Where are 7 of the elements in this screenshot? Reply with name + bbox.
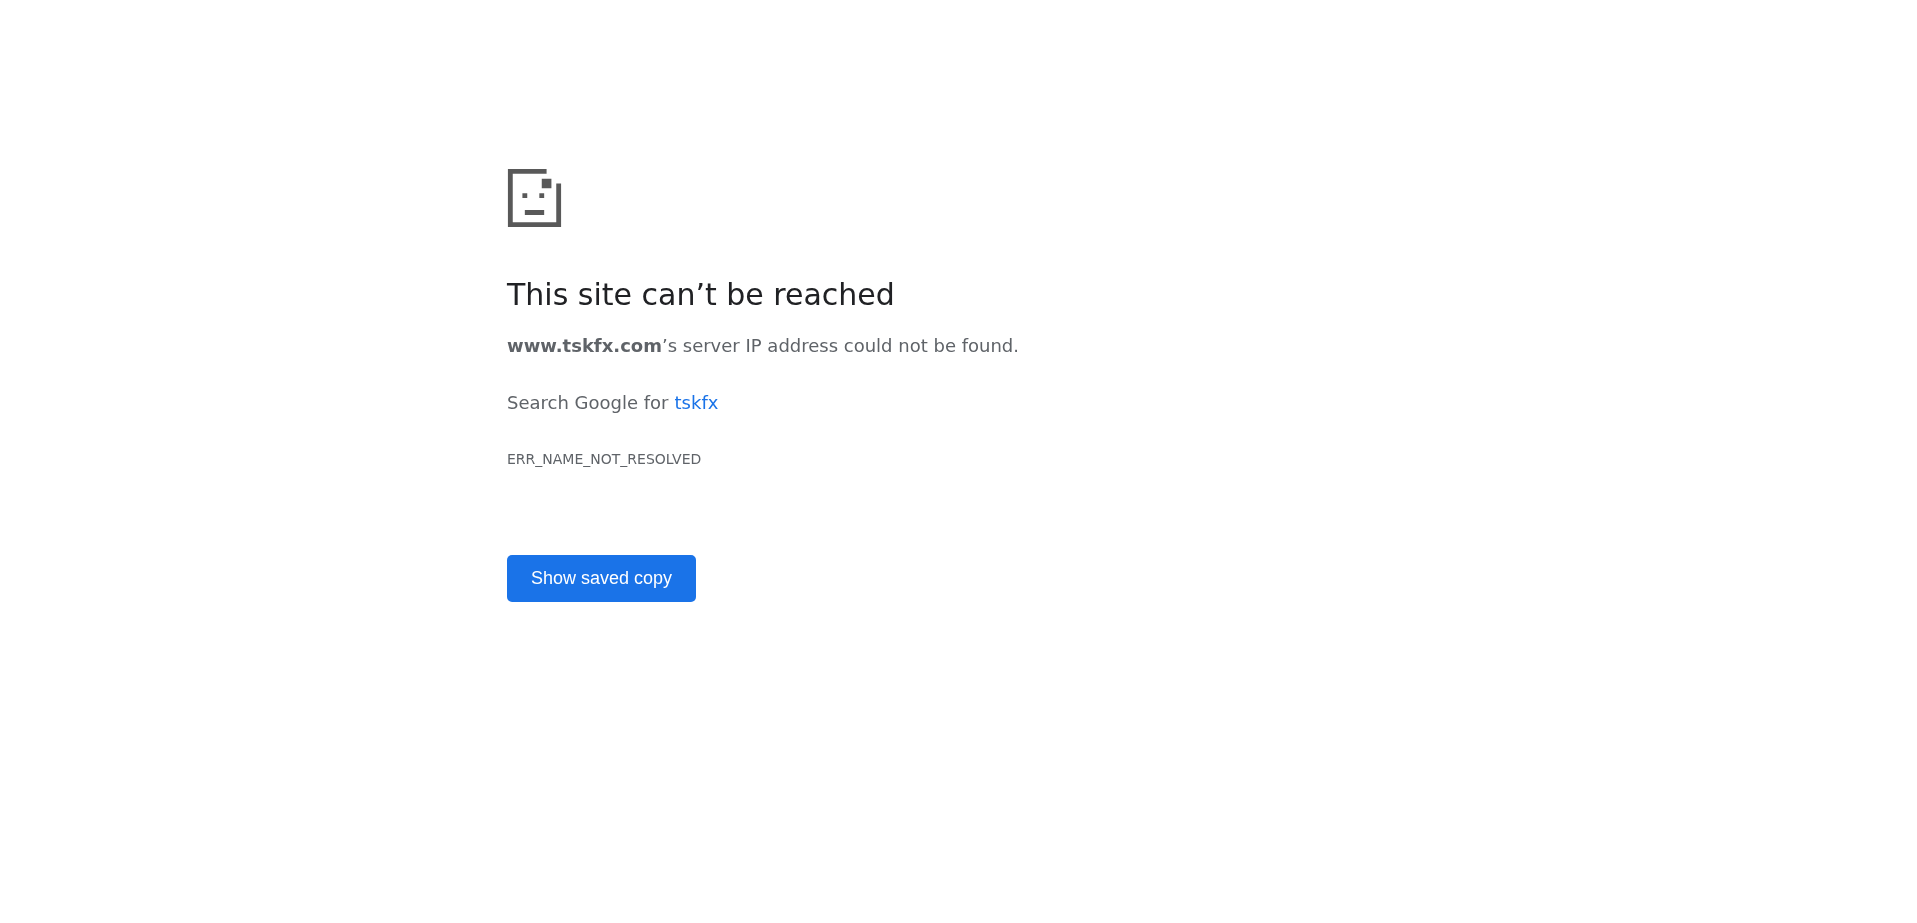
sad-page-icon	[507, 169, 562, 227]
error-heading: This site can’t be reached	[507, 276, 895, 314]
error-message: www.tskfx.com’s server IP address could not be found.	[507, 334, 1019, 358]
search-link[interactable]: tskfx	[674, 390, 719, 416]
search-suggestion: Search Google for	[507, 391, 669, 415]
show-saved-copy-button[interactable]: Show saved copy	[507, 555, 697, 602]
error-code: ERR_NAME_NOT_RESOLVED	[507, 450, 702, 469]
